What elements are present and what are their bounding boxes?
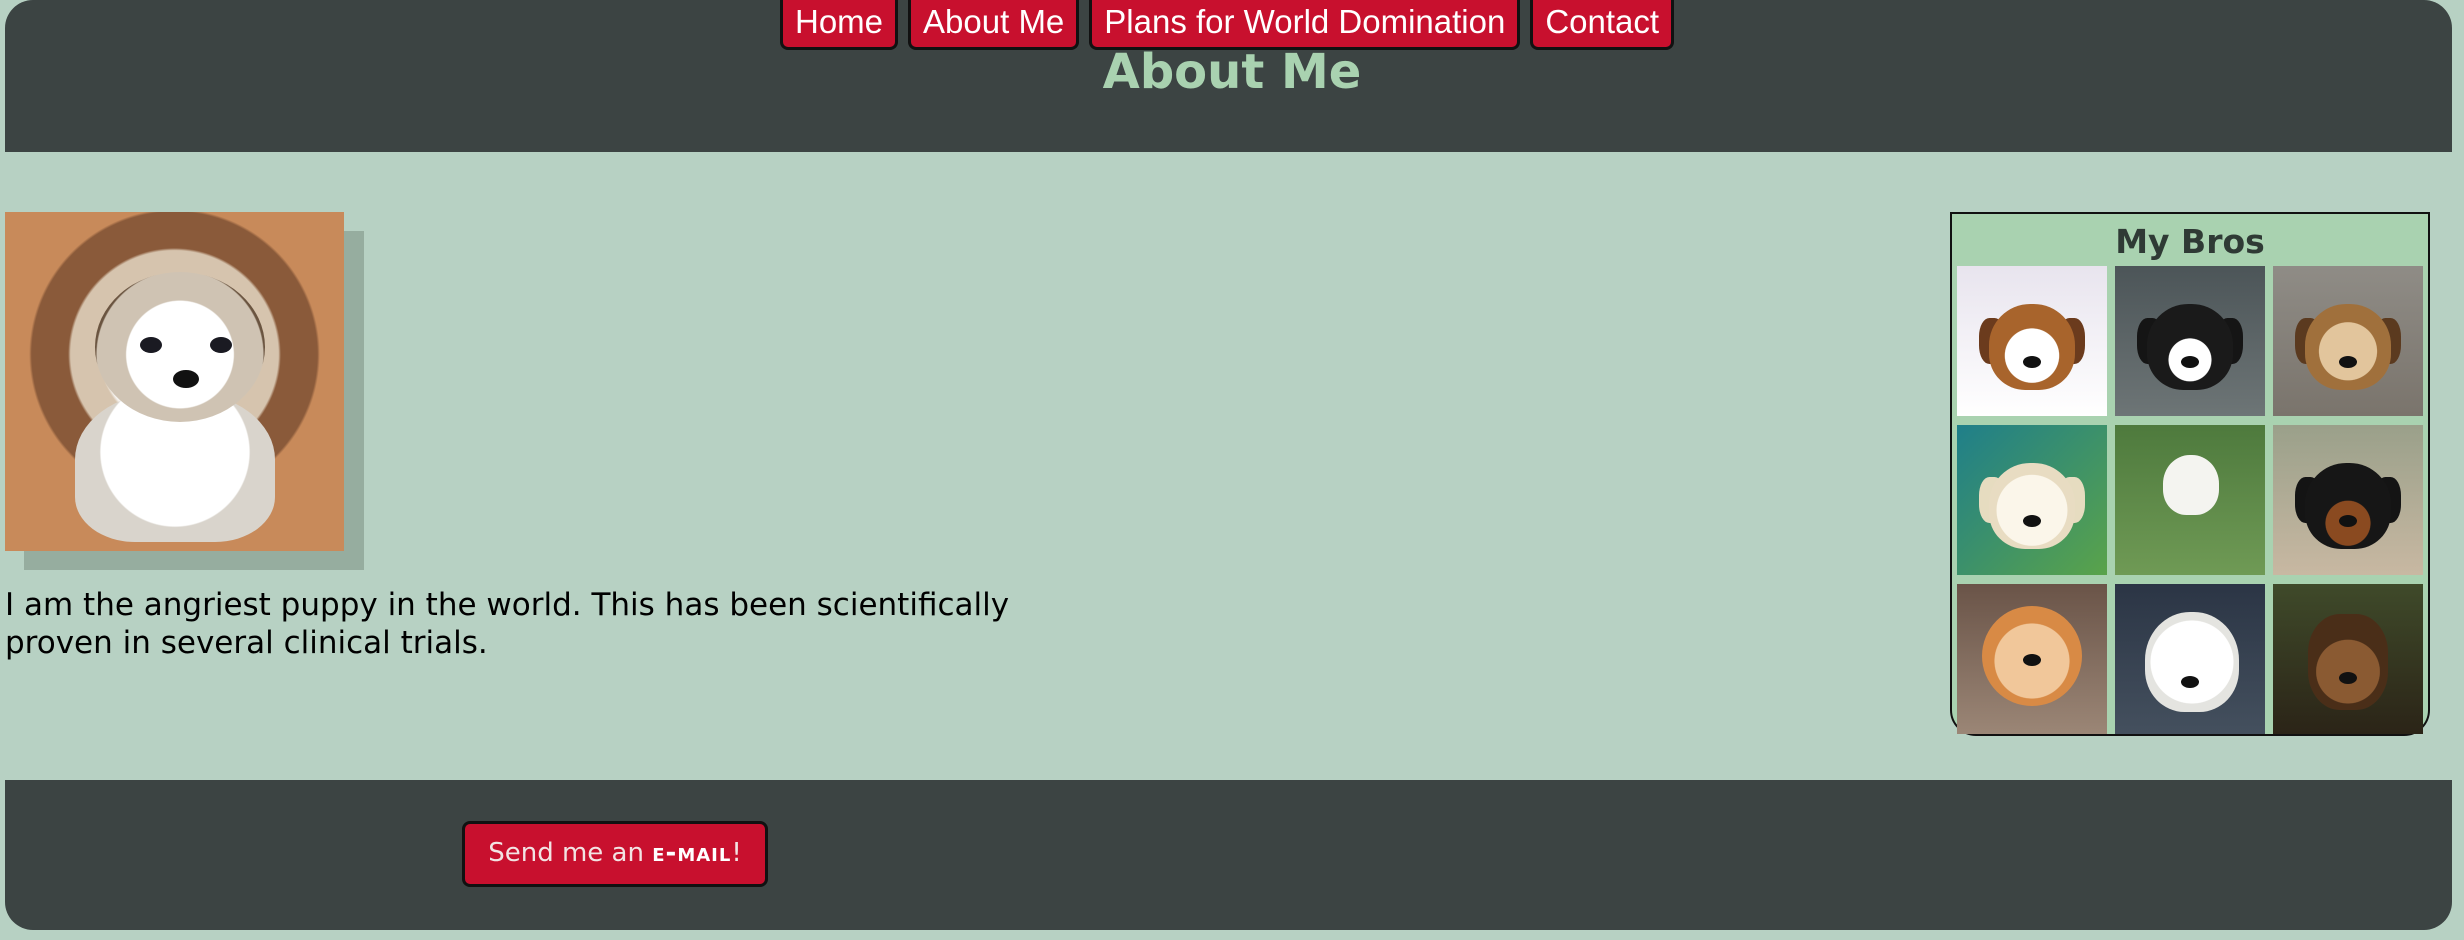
nav-plans-for-world-domination[interactable]: Plans for World Domination bbox=[1089, 0, 1521, 50]
email-button-prefix: Send me an bbox=[488, 838, 653, 868]
bros-photo-grid bbox=[1957, 266, 2423, 734]
white-puppy-running-photo[interactable] bbox=[2115, 425, 2265, 575]
puppy-nose bbox=[173, 370, 199, 388]
ewok-photo[interactable] bbox=[2273, 584, 2423, 734]
send-email-button[interactable]: Send me an e-mail! bbox=[462, 821, 768, 887]
bio-text: I am the angriest puppy in the world. Th… bbox=[5, 587, 1010, 661]
page-title: About Me bbox=[1102, 44, 1362, 100]
puppy-left-eye bbox=[140, 337, 162, 353]
fluffy-orange-puppy-photo[interactable] bbox=[1957, 584, 2107, 734]
email-button-strong: e-mail bbox=[652, 838, 732, 868]
tan-puppy-waving-photo[interactable] bbox=[2273, 266, 2423, 416]
lab-puppy-photo[interactable] bbox=[1957, 425, 2107, 575]
my-bros-title: My Bros bbox=[2115, 222, 2265, 261]
my-bros-panel: My Bros bbox=[1950, 212, 2430, 736]
white-fluffy-puppy-photo[interactable] bbox=[2115, 584, 2265, 734]
angry-puppy-photo bbox=[5, 212, 344, 551]
nav-contact[interactable]: Contact bbox=[1530, 0, 1675, 50]
rottweiler-puppy-photo[interactable] bbox=[2273, 425, 2423, 575]
email-button-suffix: ! bbox=[731, 838, 742, 868]
profile-photo-frame bbox=[5, 212, 365, 572]
beagle-puppy-photo[interactable] bbox=[1957, 266, 2107, 416]
puppy-face bbox=[95, 272, 265, 422]
puppy-right-eye bbox=[210, 337, 232, 353]
page-footer bbox=[5, 780, 2452, 930]
nav-home[interactable]: Home bbox=[780, 0, 899, 50]
nav-about-me[interactable]: About Me bbox=[908, 0, 1080, 50]
black-white-puppy-photo[interactable] bbox=[2115, 266, 2265, 416]
